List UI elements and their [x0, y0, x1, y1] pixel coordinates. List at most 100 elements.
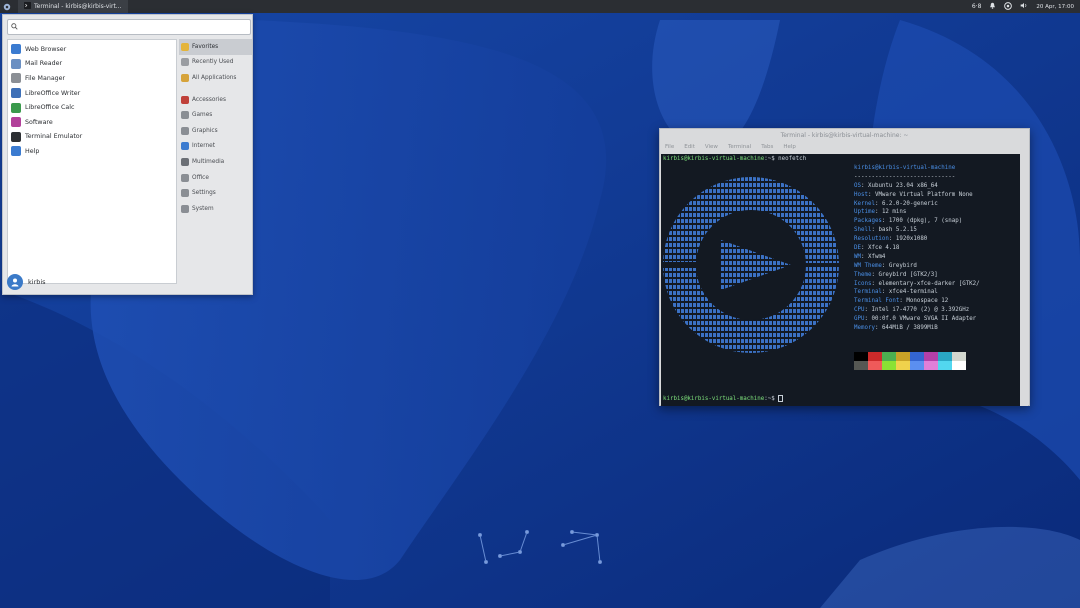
info-row: Theme: Greybird [GTK2/3]	[854, 272, 1021, 281]
current-prompt: kirbis@kirbis-virtual-machine:~$	[663, 395, 784, 404]
category-item[interactable]: Internet	[179, 139, 252, 155]
info-value: 12 mins	[881, 209, 907, 216]
info-key: GPU	[854, 316, 865, 323]
settings-icon	[181, 189, 189, 198]
app-item[interactable]: File Manager	[8, 71, 176, 86]
accessories-icon	[181, 95, 189, 104]
menu-search-box[interactable]	[7, 19, 251, 35]
info-row: Icons: elementary-xfce-darker [GTK2/	[854, 281, 1021, 290]
app-item[interactable]: LibreOffice Writer	[8, 86, 176, 101]
terminal-icon	[24, 2, 31, 11]
terminal-menu-item[interactable]: File	[665, 144, 674, 150]
category-label: Favorites	[192, 43, 219, 50]
info-value: 1700 (dpkg), 7 (snap)	[888, 218, 963, 225]
last-prompt: kirbis@kirbis-virtual-machine	[663, 396, 765, 403]
internet-icon	[181, 142, 189, 151]
color-swatch	[868, 361, 882, 370]
info-value: Xubuntu 23.04 x86_64	[867, 182, 938, 189]
network-icon[interactable]	[1004, 1, 1013, 12]
info-colon: :	[874, 200, 882, 207]
color-swatch	[896, 352, 910, 361]
info-key: DE	[854, 245, 861, 252]
category-item[interactable]: Office	[179, 170, 252, 186]
top-panel: Terminal - kirbis@kirbis-virt... 6·8 20 …	[0, 0, 1080, 13]
category-label: Games	[192, 112, 213, 119]
command-text: :~$ neofetch	[764, 156, 807, 162]
info-key: Uptime	[854, 209, 875, 216]
app-item[interactable]: Web Browser	[8, 42, 176, 57]
info-key: Host	[854, 191, 868, 198]
app-item[interactable]: LibreOffice Calc	[8, 100, 176, 115]
category-item[interactable]: Games	[179, 107, 252, 123]
last-prompt-suffix: :~$	[764, 396, 779, 403]
category-item[interactable]: Settings	[179, 185, 252, 201]
info-value: xfce4-terminal	[888, 289, 938, 296]
info-row: WM: Xfwm4	[854, 254, 1021, 263]
terminal-menu-item[interactable]: View	[705, 144, 718, 150]
notification-bell-icon[interactable]	[989, 2, 996, 11]
info-key: Terminal	[854, 289, 882, 296]
info-key: Terminal Font	[854, 298, 900, 305]
info-host: @kirbis-virtual-machine	[874, 165, 956, 171]
keyboard-indicator[interactable]: 6·8	[972, 3, 982, 10]
info-key: CPU	[854, 307, 865, 314]
app-item-label: LibreOffice Calc	[25, 104, 75, 112]
user-avatar-icon	[7, 274, 23, 290]
terminal-menu-item[interactable]: Tabs	[761, 144, 773, 150]
star-icon	[181, 42, 189, 51]
terminal-title: Terminal - kirbis@kirbis-virtual-machine…	[780, 132, 909, 139]
info-key: WM Theme	[854, 262, 882, 269]
command-prompt: kirbis@kirbis-virtual-machine	[663, 156, 765, 162]
info-value: elementary-xfce-darker [GTK2/	[878, 280, 980, 287]
info-value: bash 5.2.15	[878, 227, 917, 234]
info-row: GPU: 00:0f.0 VMware SVGA II Adapter	[854, 316, 1021, 325]
panel-clock[interactable]: 20 Apr, 17:00	[1036, 4, 1074, 10]
info-row: CPU: Intel i7-4770 (2) @ 3.392GHz	[854, 307, 1021, 316]
info-row: Host: VMware Virtual Platform None	[854, 192, 1021, 201]
category-item[interactable]: Multimedia	[179, 154, 252, 170]
info-key: Shell	[854, 227, 872, 234]
xubuntu-menu-icon[interactable]	[0, 0, 14, 13]
grid-icon	[181, 73, 189, 82]
color-swatch	[882, 361, 896, 370]
favorites-app-list: Web Browser Mail Reader File Manager LibreO…	[7, 39, 177, 284]
app-item[interactable]: Software	[8, 115, 176, 130]
info-colon: :	[860, 245, 868, 252]
taskbar-terminal-label: Terminal - kirbis@kirbis-virt...	[34, 3, 122, 10]
multimedia-icon	[181, 157, 189, 166]
app-item[interactable]: Mail Reader	[8, 57, 176, 72]
user-name: kirbis	[28, 278, 46, 286]
category-item[interactable]: Graphics	[179, 123, 252, 139]
category-label: Accessories	[192, 96, 226, 103]
category-item[interactable]: System	[179, 201, 252, 217]
command-line: kirbis@kirbis-virtual-machine:~$ neofetc…	[663, 156, 1019, 165]
taskbar-terminal-button[interactable]: Terminal - kirbis@kirbis-virt...	[18, 0, 128, 13]
info-colon: :	[888, 236, 896, 243]
color-swatch	[938, 361, 952, 370]
category-item[interactable]: Recently Used	[179, 55, 252, 71]
terminal-menu-item[interactable]: Edit	[684, 144, 695, 150]
info-colon: :	[881, 262, 889, 269]
category-item[interactable]: All Applications	[179, 70, 252, 86]
app-item-label: Mail Reader	[25, 60, 63, 68]
terminal-window[interactable]: Terminal - kirbis@kirbis-virtual-machine…	[659, 128, 1030, 406]
app-item[interactable]: Help	[8, 144, 176, 159]
category-item[interactable]: Favorites	[179, 39, 252, 55]
info-lines: OS: Xubuntu 23.04 x86_64 Host: VMware Vir…	[854, 183, 1021, 334]
info-colon: :	[874, 209, 882, 216]
info-value: 644MiB / 3899MiB	[881, 325, 938, 332]
office-icon	[181, 173, 189, 182]
info-row: Uptime: 12 mins	[854, 209, 1021, 218]
terminal-output[interactable]: kirbis@kirbis-virtual-machine:~$ neofetc…	[661, 154, 1021, 406]
volume-icon[interactable]	[1020, 2, 1028, 11]
terminal-menu-item[interactable]: Terminal	[728, 144, 751, 150]
menu-search-input[interactable]	[21, 21, 241, 33]
info-value: 1920x1080	[895, 236, 928, 243]
help-icon	[11, 146, 21, 157]
app-item[interactable]: Terminal Emulator	[8, 130, 176, 145]
category-label: Internet	[192, 143, 216, 150]
terminal-menu-item[interactable]: Help	[783, 144, 796, 150]
info-row: Kernel: 6.2.0-20-generic	[854, 201, 1021, 210]
category-item[interactable]: Accessories	[179, 92, 252, 108]
terminal-scrollbar[interactable]	[1020, 154, 1028, 406]
